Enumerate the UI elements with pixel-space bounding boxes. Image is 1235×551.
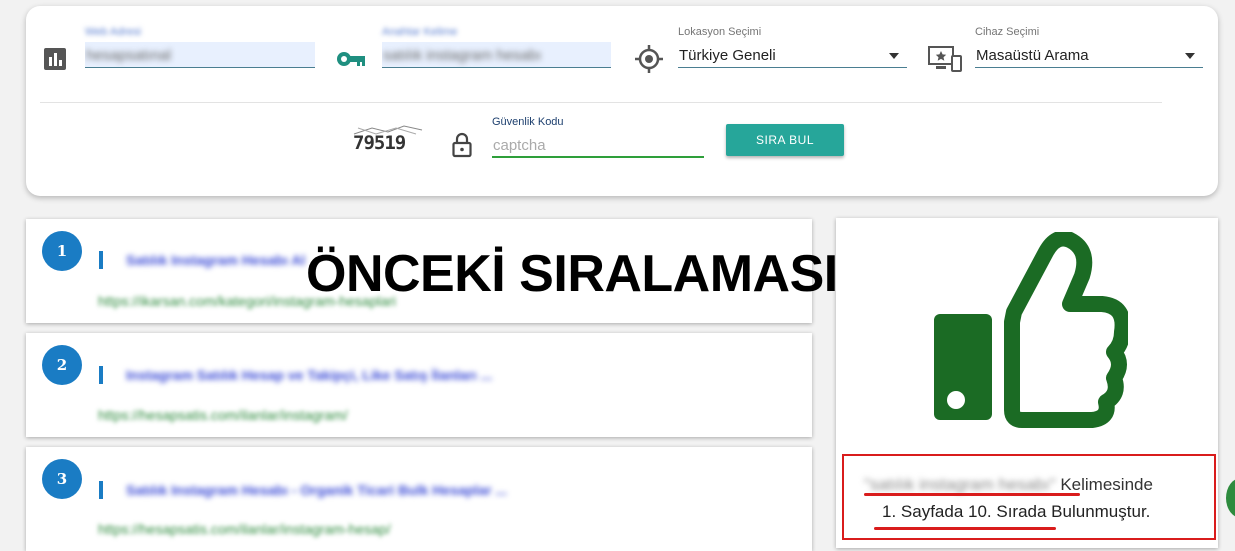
captcha-label: Güvenlik Kodu — [492, 116, 564, 128]
chevron-down-icon — [1185, 53, 1195, 59]
rank-badge: 1 — [42, 231, 82, 271]
keyword-summary: "satılık instagram hesabı" Kelimesinde — [864, 475, 1153, 495]
captcha-image: 79519 — [353, 132, 406, 154]
device-label: Cihaz Seçimi — [975, 26, 1040, 38]
result-marker — [99, 481, 103, 499]
gps-target-icon — [635, 45, 663, 73]
location-label: Lokasyon Seçimi — [678, 26, 762, 38]
result-url[interactable]: https://hesapsatis.com/ilanlar/instagram… — [98, 407, 348, 423]
device-value[interactable]: Masaüstü Arama — [975, 42, 1203, 68]
lock-icon — [452, 132, 472, 158]
key-icon — [337, 52, 365, 66]
form-divider — [40, 102, 1162, 103]
position-summary: 1. Sayfada 10. Sırada Bulunmuştur. — [882, 502, 1151, 521]
keyword-input[interactable]: satılık instagram hesabı — [382, 42, 611, 68]
search-form-card: Web Adresi hesapsatınal Anahtar Kelime s… — [26, 6, 1218, 196]
keyword-label: Anahtar Kelime — [382, 26, 458, 38]
find-rank-button[interactable]: SIRA BUL — [726, 124, 844, 156]
bar-chart-icon — [44, 48, 66, 70]
summary-keyword-suffix: Kelimesinde — [1055, 475, 1153, 494]
result-url[interactable]: https://hesapsatis.com/ilanlar/instagram… — [98, 521, 391, 537]
result-title[interactable]: Satılık Instagram Hesabı - Organik Ticar… — [126, 482, 507, 498]
thumbs-up-icon — [934, 232, 1128, 428]
floating-action-button[interactable] — [1226, 478, 1235, 518]
keyword-value: satılık instagram hesabı — [383, 47, 542, 64]
result-card[interactable]: 2 Instagram Satılık Hesap ve Takipçi, Li… — [26, 333, 812, 437]
rank-badge: 3 — [42, 459, 82, 499]
website-value: hesapsatınal — [86, 47, 172, 64]
result-title[interactable]: Satılık Instagram Hesabı Al — [126, 252, 305, 268]
website-label: Web Adresi — [85, 26, 142, 38]
result-marker — [99, 251, 103, 269]
location-value[interactable]: Türkiye Geneli — [678, 42, 907, 68]
result-card[interactable]: 3 Satılık Instagram Hesabı - Organik Tic… — [26, 447, 812, 551]
result-marker — [99, 366, 103, 384]
underline — [864, 493, 1080, 496]
captcha-input[interactable]: captcha — [492, 132, 704, 158]
result-title[interactable]: Instagram Satılık Hesap ve Takipçi, Like… — [126, 367, 492, 383]
overlay-heading: ÖNCEKİ SIRALAMASI — [306, 245, 838, 303]
chevron-down-icon — [889, 53, 899, 59]
devices-icon — [928, 46, 962, 72]
website-input[interactable]: hesapsatınal — [85, 42, 315, 68]
summary-keyword: "satılık instagram hesabı" — [864, 475, 1056, 494]
rank-badge: 2 — [42, 345, 82, 385]
underline — [874, 527, 1056, 530]
